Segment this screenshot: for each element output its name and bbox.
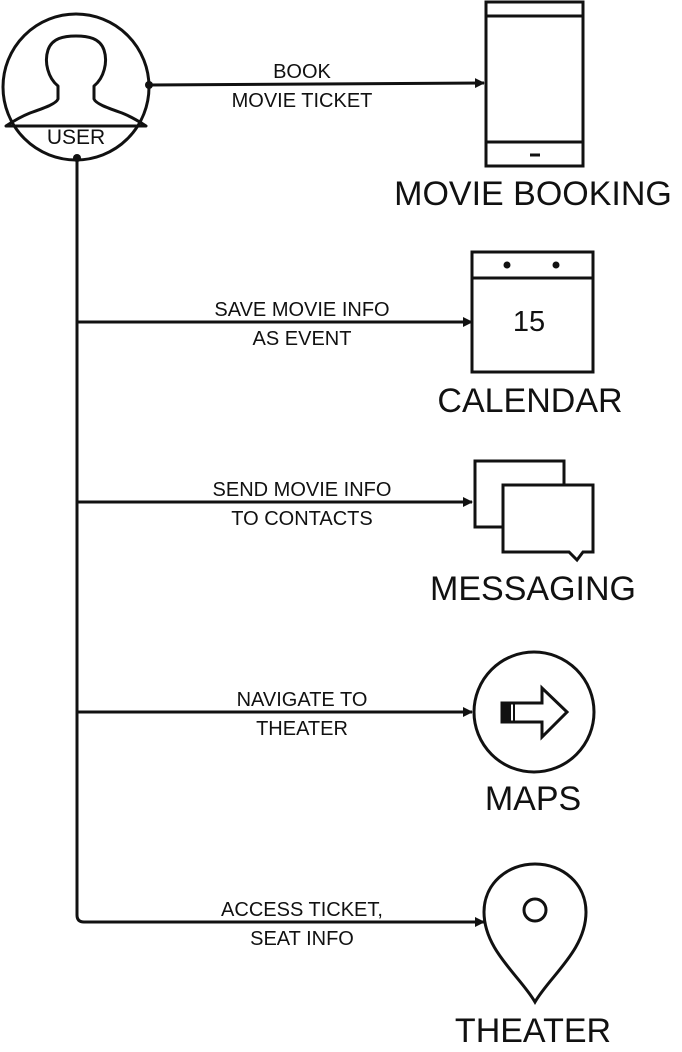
edge-label-calendar-line-1: SAVE MOVIE INFO: [214, 299, 389, 321]
node-messaging: MESSAGING: [430, 459, 636, 608]
calendar-day-number: 15: [513, 306, 545, 338]
node-label-maps: MAPS: [485, 780, 581, 818]
phone-icon: [484, 0, 585, 168]
edge-label-maps-line-2: THEATER: [256, 718, 348, 740]
edge-label-movie-booking-line-1: BOOK: [273, 61, 331, 83]
node-label-movie-booking: MOVIE BOOKING: [394, 175, 672, 213]
chat-bubbles-icon: [473, 459, 595, 563]
edge-label-messaging-line-1: SEND MOVIE INFO: [213, 479, 392, 501]
node-theater: THEATER: [455, 862, 611, 1050]
node-maps: MAPS: [472, 650, 596, 818]
user-node: USER: [1, 12, 151, 162]
edge-label-maps-line-1: NAVIGATE TO: [237, 689, 368, 711]
node-label-calendar: CALENDAR: [437, 382, 622, 420]
edge-label-movie-booking-line-2: MOVIE TICKET: [232, 90, 373, 112]
edge-arrow-movie-booking: [148, 78, 485, 89]
calendar-icon: 15: [470, 250, 595, 374]
edge-label-theater-line-2: SEAT INFO: [250, 928, 354, 950]
edge-label-calendar-line-2: AS EVENT: [253, 328, 352, 350]
edge-label-messaging-line-2: TO CONTACTS: [231, 508, 372, 530]
edge-label-theater-line-1: ACCESS TICKET,: [221, 899, 383, 921]
location-pin-icon: [482, 862, 588, 1005]
node-movie-booking: MOVIE BOOKING: [394, 0, 672, 213]
edge-labels: BOOK MOVIE TICKET SAVE MOVIE INFO AS EVE…: [213, 61, 392, 950]
flow-diagram: USER BOOK MOVIE TICKET SAVE MOVIE INFO A…: [1, 0, 672, 1050]
node-label-messaging: MESSAGING: [430, 570, 636, 608]
node-calendar: 15 CALENDAR: [437, 250, 623, 420]
node-label-theater: THEATER: [455, 1012, 611, 1050]
user-label: USER: [47, 126, 105, 149]
